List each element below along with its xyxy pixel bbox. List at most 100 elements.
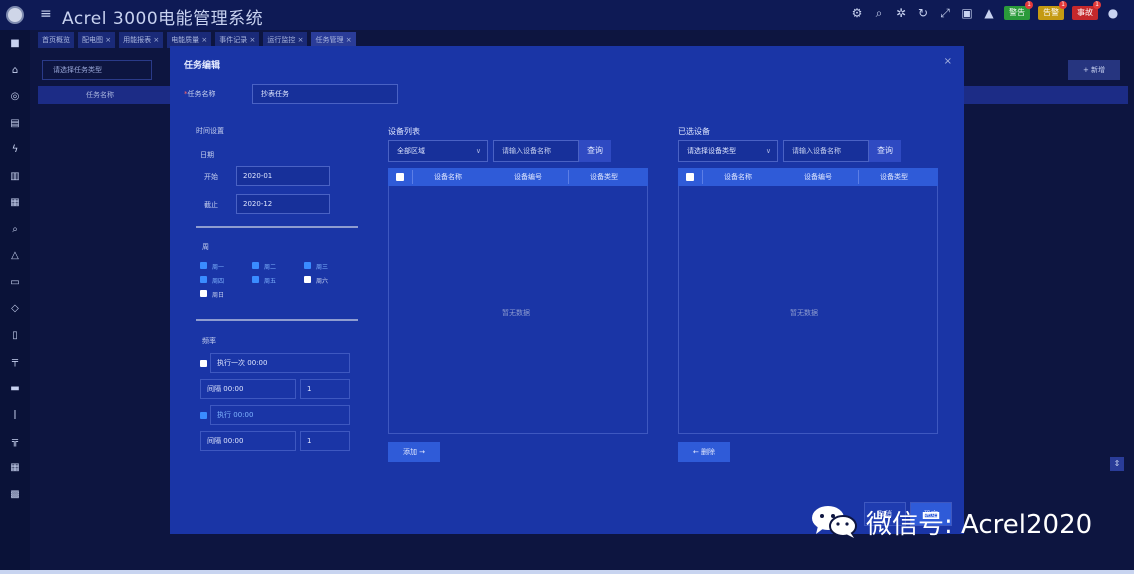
- freq-section-title: 频率: [202, 337, 216, 345]
- device-type-column: 设备类型: [590, 173, 618, 181]
- nav-search-icon[interactable]: ⌕: [9, 224, 21, 236]
- nav-chart-icon[interactable]: ▥: [9, 171, 21, 183]
- interval-num-2[interactable]: 1: [300, 431, 350, 451]
- nav-overview-icon[interactable]: ⌂: [9, 65, 21, 77]
- hat-icon[interactable]: ▲: [982, 6, 996, 20]
- checkbox-friday[interactable]: [252, 276, 259, 283]
- device-list-title: 设备列表: [388, 127, 420, 136]
- interval-field-1[interactable]: 间隔 00:00: [200, 379, 296, 399]
- side-nav: ■ ⌂ ◎ ▤ ϟ ▥ ▦ ⌕ △ ▭ ◇ ▯ ╤ ▬ ǀ ╦ ▦ ▩: [0, 30, 30, 574]
- execute-repeat-field[interactable]: 执行 00:00: [210, 405, 350, 425]
- checkbox-execute-once[interactable]: [200, 360, 207, 367]
- nav-print-icon[interactable]: ▬: [9, 383, 21, 395]
- app-logo: [6, 6, 24, 24]
- top-header: ≡ Acrel 3000电能管理系统 ⚙ ⌕ ✲ ↻ ⤢ ▣ ▲ 警告 1 告警 1…: [0, 0, 1134, 30]
- nav-home-icon[interactable]: ■: [9, 38, 21, 50]
- date-label: 日期: [200, 151, 214, 159]
- right-select-all-checkbox[interactable]: [686, 173, 694, 181]
- nav-alarm-icon[interactable]: △: [9, 250, 21, 262]
- checkbox-wednesday[interactable]: [304, 262, 311, 269]
- right-search-input[interactable]: 请输入设备名称: [783, 140, 869, 162]
- interval-num-1[interactable]: 1: [300, 379, 350, 399]
- device-type-select[interactable]: 请选择设备类型 ∨: [678, 140, 778, 162]
- header-tools: ⚙ ⌕ ✲ ↻ ⤢ ▣ ▲ 警告 1 告警 1 事故 1 ●: [850, 1, 1120, 20]
- column-separator: [702, 170, 703, 184]
- right-device-list: [678, 168, 938, 434]
- nav-info-icon[interactable]: ǀ: [9, 409, 21, 421]
- remove-from-selected-button[interactable]: ← 删除: [678, 442, 730, 462]
- area-select[interactable]: 全部区域 ∨: [388, 140, 488, 162]
- task-name-column: 任务名称: [86, 91, 114, 99]
- section-divider: [196, 226, 358, 228]
- device-code-column: 设备编号: [514, 173, 542, 181]
- bottom-strip: [0, 570, 1134, 574]
- tab-report[interactable]: 用能报表 ×: [119, 32, 164, 48]
- nav-tool-icon[interactable]: ╤: [9, 356, 21, 368]
- nav-grid-icon[interactable]: ▦: [9, 462, 21, 474]
- user-settings-icon[interactable]: ⚙: [850, 6, 864, 20]
- scroll-arrows-icon[interactable]: ⇕: [1110, 457, 1124, 471]
- left-search-button[interactable]: 查询: [579, 140, 611, 162]
- left-search-input[interactable]: 请输入设备名称: [493, 140, 579, 162]
- watermark-text: 微信号: Acrel2020: [866, 509, 1093, 540]
- add-task-button[interactable]: + 新增: [1068, 60, 1120, 80]
- start-label: 开始: [204, 173, 218, 181]
- checkbox-tuesday[interactable]: [252, 262, 259, 269]
- fullscreen-icon[interactable]: ⤢: [938, 6, 952, 20]
- left-empty-text: 暂无数据: [502, 309, 530, 317]
- week-section-title: 周: [202, 243, 209, 251]
- alarm-badge-alert[interactable]: 告警 1: [1038, 1, 1067, 20]
- checkbox-sunday[interactable]: [200, 290, 207, 297]
- left-device-list: [388, 168, 648, 434]
- friday-label: 周五: [264, 278, 277, 285]
- user-icon[interactable]: ●: [1106, 6, 1120, 20]
- close-icon[interactable]: ×: [944, 56, 952, 67]
- chevron-down-icon: ∨: [765, 147, 771, 155]
- task-edit-modal: 任务编辑 × *任务名称 抄表任务 时间设置 日期 开始 2020-01 截止 …: [170, 46, 964, 534]
- nav-monitor-icon[interactable]: ◎: [9, 91, 21, 103]
- nav-diagram-icon[interactable]: ▤: [9, 118, 21, 130]
- interval-field-2[interactable]: 间隔 00:00: [200, 431, 296, 451]
- left-select-all-checkbox[interactable]: [396, 173, 404, 181]
- modal-title: 任务编辑: [184, 61, 221, 71]
- add-to-selected-button[interactable]: 添加 →: [388, 442, 440, 462]
- selected-list-title: 已选设备: [678, 127, 710, 136]
- task-name-input[interactable]: 抄表任务: [252, 84, 398, 104]
- nav-settings-icon[interactable]: ╦: [9, 436, 21, 448]
- monday-label: 周一: [212, 264, 225, 271]
- checkbox-monday[interactable]: [200, 262, 207, 269]
- wechat-watermark: 微信号: Acrel2020: [810, 502, 1092, 542]
- nav-record-icon[interactable]: ▭: [9, 277, 21, 289]
- start-date-input[interactable]: 2020-01: [236, 166, 330, 186]
- nav-device-icon[interactable]: ▯: [9, 330, 21, 342]
- right-list-header: 设备名称 设备编号 设备类型: [678, 168, 938, 186]
- screen-icon[interactable]: ▣: [960, 6, 974, 20]
- right-empty-text: 暂无数据: [790, 309, 818, 317]
- alarm-badge-warning[interactable]: 警告 1: [1004, 1, 1033, 20]
- checkbox-execute-repeat[interactable]: [200, 412, 207, 419]
- nav-location-icon[interactable]: ◇: [9, 303, 21, 315]
- end-date-input[interactable]: 2020-12: [236, 194, 330, 214]
- nav-report-icon[interactable]: ▦: [9, 197, 21, 209]
- checkbox-thursday[interactable]: [200, 276, 207, 283]
- search-icon[interactable]: ⌕: [872, 6, 886, 20]
- hamburger-menu-icon[interactable]: ≡: [40, 6, 52, 22]
- task-type-select[interactable]: 请选择任务类型: [42, 60, 152, 80]
- column-separator: [858, 170, 859, 184]
- saturday-label: 周六: [316, 278, 329, 285]
- column-separator: [412, 170, 413, 184]
- theme-icon[interactable]: ✲: [894, 6, 908, 20]
- execute-once-field[interactable]: 执行一次 00:00: [210, 353, 350, 373]
- nav-energy-icon[interactable]: ϟ: [9, 144, 21, 156]
- refresh-icon[interactable]: ↻: [916, 6, 930, 20]
- sunday-label: 周日: [212, 292, 225, 299]
- tab-diagram[interactable]: 配电图 ×: [78, 32, 116, 48]
- tab-home[interactable]: 首页概览: [38, 32, 74, 48]
- alarm-badge-accident[interactable]: 事故 1: [1072, 1, 1101, 20]
- end-label: 截止: [204, 201, 218, 209]
- nav-system-icon[interactable]: ▩: [9, 489, 21, 501]
- right-search-button[interactable]: 查询: [869, 140, 901, 162]
- checkbox-saturday[interactable]: [304, 276, 311, 283]
- device-type-column: 设备类型: [880, 173, 908, 181]
- section-divider: [196, 319, 358, 321]
